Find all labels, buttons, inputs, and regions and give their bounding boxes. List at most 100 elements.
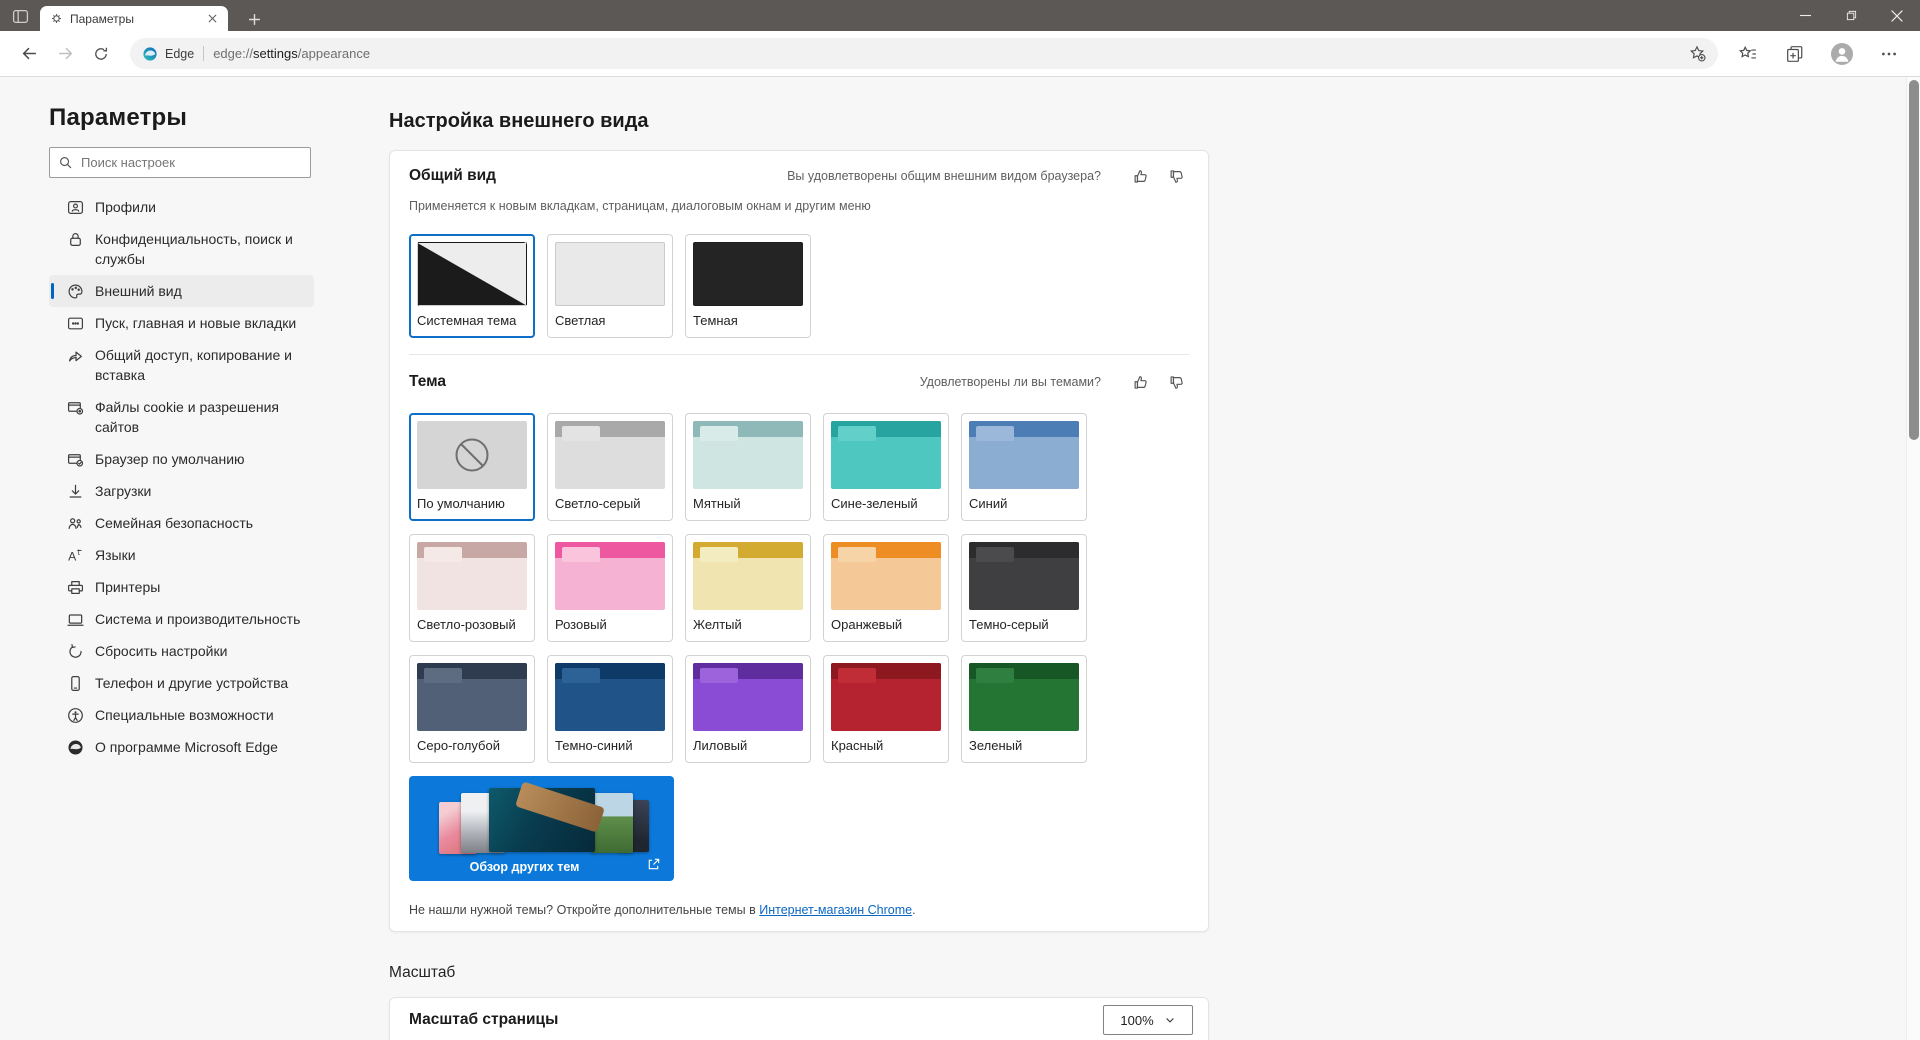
tab-title: Параметры xyxy=(70,11,134,26)
edge-page-icon xyxy=(142,46,158,62)
theme-option-label: По умолчанию xyxy=(417,496,505,511)
theme-thumbnail-pink xyxy=(555,542,665,610)
appearance-option-light[interactable]: Светлая xyxy=(547,234,673,338)
sidebar-item-reset-settings[interactable]: Сбросить настройки xyxy=(49,635,314,667)
scrollbar-thumb[interactable] xyxy=(1909,80,1919,440)
chrome-store-link[interactable]: Интернет-магазин Chrome xyxy=(759,903,912,917)
theme-option-dark-blue[interactable]: Темно-синий xyxy=(547,655,673,763)
collections-icon[interactable] xyxy=(1778,39,1812,69)
profile-avatar[interactable] xyxy=(1825,39,1859,69)
favorites-icon[interactable] xyxy=(1731,39,1765,69)
theme-option-teal[interactable]: Сине-зеленый xyxy=(823,413,949,521)
restore-button[interactable] xyxy=(1828,0,1874,31)
tab-close-icon[interactable] xyxy=(204,11,220,27)
section-divider xyxy=(409,354,1189,355)
sidebar-item-label: Сбросить настройки xyxy=(95,643,228,659)
browse-themes-label: Обзор других тем xyxy=(469,860,580,874)
sidebar-item-label: О программе Microsoft Edge xyxy=(95,739,278,755)
forward-button[interactable] xyxy=(50,39,80,69)
theme-option-yellow[interactable]: Желтый xyxy=(685,534,811,642)
sidebar-item-label: Браузер по умолчанию xyxy=(95,451,245,467)
sidebar-item-profiles[interactable]: Профили xyxy=(49,191,314,223)
thumbs-up-button[interactable] xyxy=(1129,164,1153,188)
close-button[interactable] xyxy=(1874,0,1920,31)
theme-option-default[interactable]: По умолчанию xyxy=(409,413,535,521)
thumbs-down-button[interactable] xyxy=(1165,370,1189,394)
appearance-option-label: Темная xyxy=(693,313,738,328)
zoom-level-select[interactable]: 100% xyxy=(1103,1005,1193,1035)
sidebar-item-phone-devices[interactable]: Телефон и другие устройства xyxy=(49,667,314,699)
theme-thumbnail-dark-blue xyxy=(555,663,665,731)
minimize-button[interactable] xyxy=(1782,0,1828,31)
sidebar-item-cookies[interactable]: Файлы cookie и разрешения сайтов xyxy=(49,391,314,443)
appearance-option-label: Системная тема xyxy=(417,313,517,328)
theme-option-purple[interactable]: Лиловый xyxy=(685,655,811,763)
browse-themes-banner[interactable]: Обзор других тем xyxy=(409,776,674,881)
theme-thumbnail-red xyxy=(831,663,941,731)
settings-search[interactable] xyxy=(49,147,311,178)
page-title: Настройка внешнего вида xyxy=(389,110,649,132)
theme-option-label: Сине-зеленый xyxy=(831,496,918,511)
sidebar-item-label: Семейная безопасность xyxy=(95,515,254,531)
sidebar-item-label: Загрузки xyxy=(95,483,152,499)
sidebar-item-share-copy-paste[interactable]: Общий доступ, копирование и вставка xyxy=(49,339,314,391)
settings-menu-icon[interactable] xyxy=(1872,39,1906,69)
sidebar-item-start-home[interactable]: Пуск, главная и новые вкладки xyxy=(49,307,314,339)
profiles-icon xyxy=(66,198,84,216)
zoom-section-heading: Масштаб xyxy=(389,964,456,981)
theme-option-blue[interactable]: Синий xyxy=(961,413,1087,521)
theme-option-slate-blue[interactable]: Серо-голубой xyxy=(409,655,535,763)
default-browser-icon xyxy=(66,450,84,468)
theme-thumbnail-dark-gray xyxy=(969,542,1079,610)
svg-text:t: t xyxy=(77,547,80,556)
sidebar-item-privacy[interactable]: Конфиденциальность, поиск и службы xyxy=(49,223,314,275)
appearance-option-dark[interactable]: Темная xyxy=(685,234,811,338)
back-button[interactable] xyxy=(14,39,44,69)
sidebar-item-languages[interactable]: At Языки xyxy=(49,539,314,571)
theme-option-pink[interactable]: Розовый xyxy=(547,534,673,642)
tab-actions-menu-icon[interactable] xyxy=(10,6,30,26)
appearance-card: Общий вид Вы удовлетворены общим внешним… xyxy=(389,150,1209,932)
cookies-icon xyxy=(66,398,84,416)
sidebar-item-about-edge[interactable]: О программе Microsoft Edge xyxy=(49,731,314,763)
theme-thumbnail-light-pink xyxy=(417,542,527,610)
thumbs-up-button[interactable] xyxy=(1129,370,1153,394)
thumbs-down-button[interactable] xyxy=(1165,164,1189,188)
new-tab-button[interactable] xyxy=(243,8,265,30)
browser-tab[interactable]: Параметры xyxy=(40,6,228,31)
sidebar-item-printers[interactable]: Принтеры xyxy=(49,571,314,603)
theme-option-orange[interactable]: Оранжевый xyxy=(823,534,949,642)
appearance-option-system[interactable]: Системная тема xyxy=(409,234,535,338)
theme-option-red[interactable]: Красный xyxy=(823,655,949,763)
theme-option-light-gray[interactable]: Светло-серый xyxy=(547,413,673,521)
theme-thumbnail-blue xyxy=(969,421,1079,489)
sidebar-item-accessibility[interactable]: Специальные возможности xyxy=(49,699,314,731)
sidebar-item-label: Телефон и другие устройства xyxy=(95,675,289,691)
appearance-thumbnail-system xyxy=(417,242,527,306)
start-home-icon xyxy=(66,314,84,332)
add-favorite-icon[interactable] xyxy=(1689,45,1706,62)
sidebar-item-default-browser[interactable]: Браузер по умолчанию xyxy=(49,443,314,475)
theme-option-light-pink[interactable]: Светло-розовый xyxy=(409,534,535,642)
general-section-title: Общий вид xyxy=(409,167,496,184)
address-bar[interactable]: Edge edge://settings/appearance xyxy=(130,38,1718,69)
sidebar-item-downloads[interactable]: Загрузки xyxy=(49,475,314,507)
appearance-option-label: Светлая xyxy=(555,313,606,328)
sidebar-item-label: Конфиденциальность, поиск и службы xyxy=(95,231,293,267)
privacy-icon xyxy=(66,230,84,248)
page-scrollbar[interactable] xyxy=(1906,77,1920,1040)
sidebar-item-family-safety[interactable]: Семейная безопасность xyxy=(49,507,314,539)
family-icon xyxy=(66,514,84,532)
sidebar-item-appearance[interactable]: Внешний вид xyxy=(49,275,314,307)
refresh-button[interactable] xyxy=(86,39,116,69)
appearance-thumbnail-light xyxy=(555,242,665,306)
sidebar-item-system-performance[interactable]: Система и производительность xyxy=(49,603,314,635)
theme-option-green[interactable]: Зеленый xyxy=(961,655,1087,763)
search-input[interactable] xyxy=(81,155,302,170)
title-bar: Параметры xyxy=(0,0,1920,31)
reset-icon xyxy=(66,642,84,660)
theme-option-dark-gray[interactable]: Темно-серый xyxy=(961,534,1087,642)
downloads-icon xyxy=(66,482,84,500)
theme-option-mint[interactable]: Мятный xyxy=(685,413,811,521)
printers-icon xyxy=(66,578,84,596)
